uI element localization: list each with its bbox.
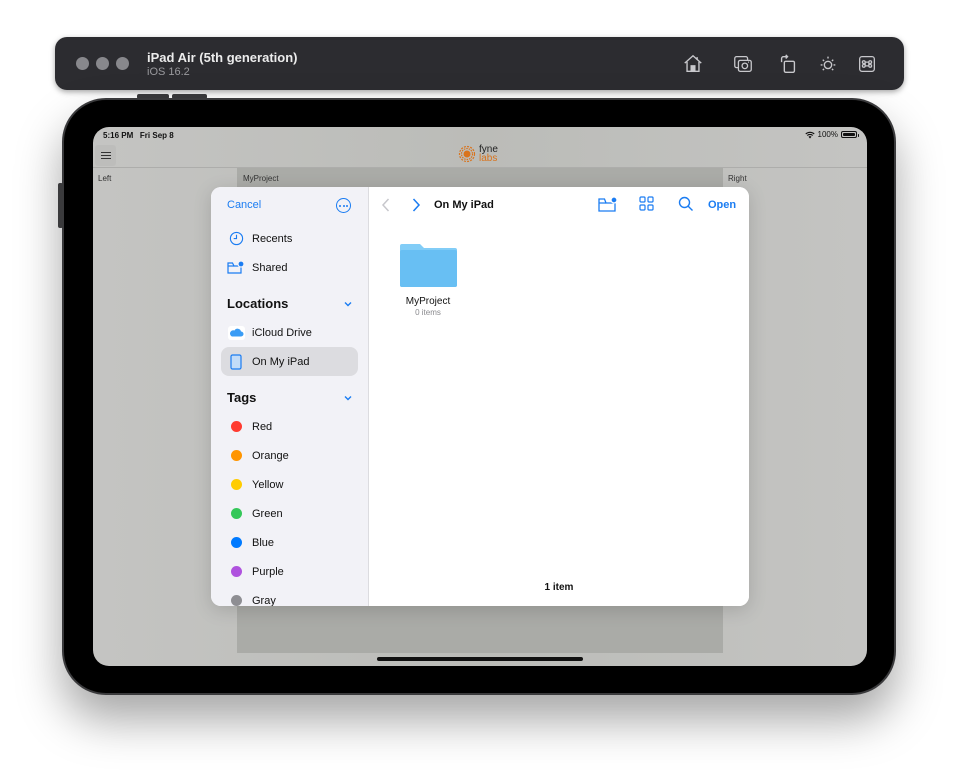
keyboard-command-icon[interactable] bbox=[855, 52, 879, 76]
folder-item[interactable]: MyProject 0 items bbox=[398, 242, 458, 317]
sidebar-item-label: Shared bbox=[252, 261, 288, 274]
fyne-sun-icon bbox=[458, 145, 476, 163]
tags-chevron-down-icon[interactable] bbox=[343, 393, 353, 403]
tag-color-dot-icon bbox=[230, 479, 242, 490]
more-options-button[interactable] bbox=[336, 198, 351, 213]
tag-color-dot-icon bbox=[230, 421, 242, 432]
sidebar-item-label: iCloud Drive bbox=[252, 326, 312, 339]
tag-color-dot-icon bbox=[230, 508, 242, 519]
minimize-window-button[interactable] bbox=[96, 57, 109, 70]
tag-label: Purple bbox=[252, 565, 284, 578]
folder-icon bbox=[399, 244, 457, 287]
sidebar-tag-orange[interactable]: Orange bbox=[221, 441, 358, 470]
screenshot-icon[interactable] bbox=[731, 52, 755, 76]
tag-label: Green bbox=[252, 507, 283, 520]
sidebar-tag-purple[interactable]: Purple bbox=[221, 557, 358, 586]
tag-color-dot-icon bbox=[230, 566, 242, 577]
sidebar-item-on-my-ipad[interactable]: On My iPad bbox=[221, 347, 358, 376]
status-time: 5:16 PM Fri Sep 8 bbox=[103, 131, 174, 140]
back-chevron-icon[interactable] bbox=[381, 197, 391, 213]
appearance-icon[interactable] bbox=[816, 52, 840, 76]
file-picker-dialog: Cancel Recents Shared Locations iCloud D… bbox=[211, 187, 749, 606]
open-button[interactable]: Open bbox=[708, 199, 736, 211]
folder-item-count: 0 items bbox=[415, 308, 441, 317]
simulator-toolbar: iPad Air (5th generation) iOS 16.2 bbox=[55, 37, 904, 90]
tag-label: Blue bbox=[252, 536, 275, 549]
sidebar-tag-blue[interactable]: Blue bbox=[221, 528, 358, 557]
sidebar-item-shared[interactable]: Shared bbox=[221, 253, 358, 282]
center-pane-label: MyProject bbox=[243, 174, 279, 183]
item-count-label: 1 item bbox=[544, 582, 574, 593]
sidebar-tag-green[interactable]: Green bbox=[221, 499, 358, 528]
device-name: iPad Air (5th generation) bbox=[147, 50, 298, 65]
sidebar-item-recents[interactable]: Recents bbox=[221, 224, 358, 253]
icloud-icon bbox=[227, 325, 245, 340]
search-icon[interactable] bbox=[678, 196, 694, 212]
cancel-button[interactable]: Cancel bbox=[227, 199, 261, 211]
folder-name: MyProject bbox=[405, 296, 451, 307]
ipad-icon bbox=[227, 353, 245, 370]
clock-icon bbox=[227, 231, 245, 246]
picker-content: On My iPad Open MyProject 0 items 1 item bbox=[369, 187, 749, 606]
sidebar-tag-red[interactable]: Red bbox=[221, 412, 358, 441]
status-right: 100% bbox=[804, 130, 859, 139]
left-pane-label: Left bbox=[98, 174, 112, 183]
sidebar-item-label: Recents bbox=[252, 232, 293, 245]
ellipsis-icon bbox=[339, 204, 341, 207]
tag-label: Orange bbox=[252, 449, 289, 462]
zoom-window-button[interactable] bbox=[116, 57, 129, 70]
sidebar-tag-yellow[interactable]: Yellow bbox=[221, 470, 358, 499]
tags-section-title: Tags bbox=[227, 390, 257, 405]
sidebar-item-icloud-drive[interactable]: iCloud Drive bbox=[221, 318, 358, 347]
home-icon[interactable] bbox=[681, 52, 705, 76]
close-window-button[interactable] bbox=[76, 57, 89, 70]
battery-percent: 100% bbox=[817, 130, 838, 139]
current-location-title: On My iPad bbox=[434, 199, 494, 211]
picker-sidebar: Cancel Recents Shared Locations iCloud D… bbox=[211, 187, 369, 606]
grid-view-icon[interactable] bbox=[639, 196, 654, 211]
menu-button[interactable] bbox=[95, 145, 116, 166]
tag-label: Gray bbox=[252, 594, 276, 607]
sidebar-tag-gray[interactable]: Gray bbox=[221, 586, 358, 606]
home-indicator[interactable] bbox=[377, 657, 583, 661]
power-button bbox=[58, 183, 63, 228]
tag-label: Yellow bbox=[252, 478, 284, 491]
shared-folder-icon bbox=[227, 260, 245, 275]
sidebar-item-label: On My iPad bbox=[252, 355, 310, 368]
new-folder-icon[interactable] bbox=[598, 196, 618, 213]
os-version: iOS 16.2 bbox=[147, 66, 190, 78]
battery-icon bbox=[841, 131, 859, 138]
fyne-labs-logo: fyne labs bbox=[457, 144, 498, 164]
tag-color-dot-icon bbox=[230, 450, 242, 461]
tag-color-dot-icon bbox=[230, 595, 242, 606]
rotate-icon[interactable] bbox=[776, 52, 800, 76]
forward-chevron-icon[interactable] bbox=[411, 197, 421, 213]
tag-color-dot-icon bbox=[230, 537, 242, 548]
logo-text-labs: labs bbox=[479, 153, 498, 164]
right-pane-label: Right bbox=[728, 174, 747, 183]
locations-section-title: Locations bbox=[227, 296, 289, 311]
wifi-icon bbox=[804, 131, 815, 138]
locations-chevron-down-icon[interactable] bbox=[343, 299, 353, 309]
tag-label: Red bbox=[252, 420, 273, 433]
hamburger-icon bbox=[100, 151, 111, 153]
